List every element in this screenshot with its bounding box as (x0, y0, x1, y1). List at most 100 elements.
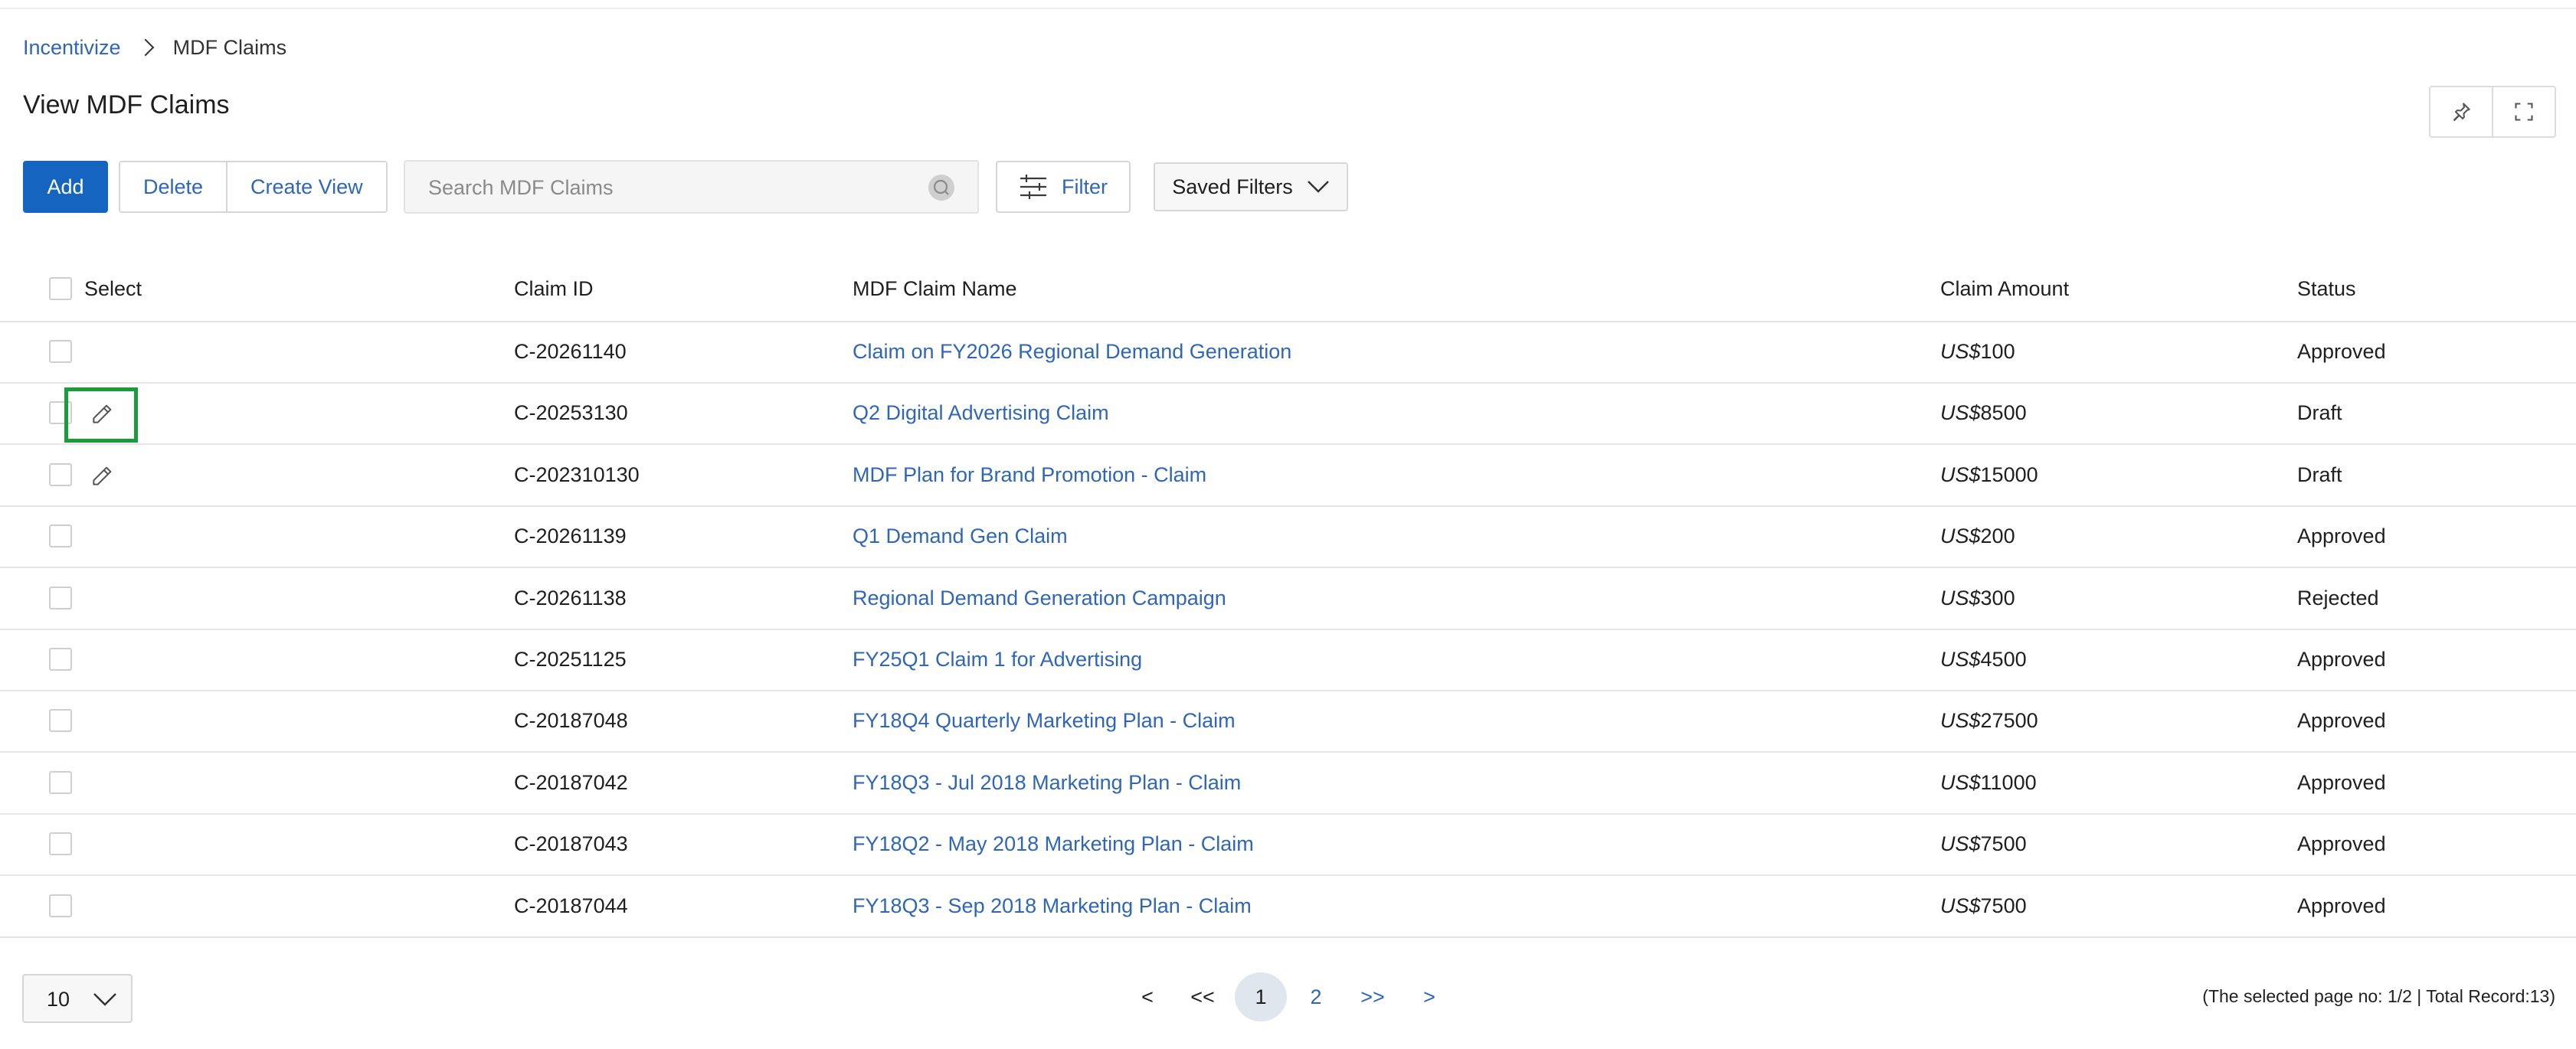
table-row: C-20187042 FY18Q3 - Jul 2018 Marketing Pl… (0, 752, 2576, 815)
currency-label: US$ (1940, 709, 1981, 733)
add-button[interactable]: Add (23, 161, 108, 213)
status-cell: Approved (2297, 894, 2386, 917)
currency-label: US$ (1940, 340, 1981, 363)
saved-filters-label: Saved Filters (1172, 175, 1293, 198)
claim-id-cell: C-20187044 (514, 894, 628, 917)
page-size-value: 10 (47, 988, 70, 1011)
column-header-status: Status (2297, 277, 2356, 300)
claim-name-link[interactable]: FY18Q3 - Sep 2018 Marketing Plan - Claim (853, 875, 1252, 936)
table-row: C-20261139 Q1 Demand Gen Claim US$200 Appro… (0, 505, 2576, 569)
search-box (404, 160, 979, 214)
row-checkbox[interactable] (49, 709, 72, 733)
chevron-right-icon (136, 38, 154, 57)
page-info: (The selected page no: 1/2 | Total Recor… (2202, 986, 2555, 1006)
fullscreen-button[interactable] (2492, 87, 2555, 136)
filter-label: Filter (1062, 175, 1108, 198)
page-1-button[interactable]: 1 (1235, 972, 1287, 1021)
currency-label: US$ (1940, 462, 1981, 486)
column-header-claim-name: MDF Claim Name (853, 277, 1017, 300)
status-cell: Rejected (2297, 586, 2379, 609)
search-input[interactable] (427, 162, 920, 214)
status-cell: Approved (2297, 524, 2386, 548)
edit-focus-highlight (64, 387, 138, 443)
saved-filters-dropdown[interactable]: Saved Filters (1154, 162, 1348, 211)
last-page-button[interactable]: >> (1356, 972, 1389, 1021)
claim-name-link[interactable]: FY18Q2 - May 2018 Marketing Plan - Claim (853, 813, 1254, 874)
currency-label: US$ (1940, 524, 1981, 548)
status-cell: Approved (2297, 770, 2386, 794)
claim-name-link[interactable]: MDF Plan for Brand Promotion - Claim (853, 444, 1206, 505)
amount-value: 15000 (1980, 462, 2038, 486)
claim-amount-cell: US$7500 (1940, 813, 2027, 874)
amount-value: 4500 (1980, 648, 2027, 671)
table-row: C-20261138 Regional Demand Generation Cam… (0, 567, 2576, 630)
breadcrumb: Incentivize MDF Claims (23, 34, 286, 61)
currency-label: US$ (1940, 586, 1981, 609)
prev-page-button[interactable]: < (1138, 972, 1157, 1021)
claim-name-link[interactable]: FY25Q1 Claim 1 for Advertising (853, 629, 1142, 690)
amount-value: 27500 (1980, 709, 2038, 733)
top-divider (0, 8, 2576, 9)
status-cell: Draft (2297, 462, 2342, 486)
column-header-claim-id: Claim ID (514, 277, 594, 300)
row-checkbox[interactable] (49, 586, 72, 609)
page-size-select[interactable]: 10 (22, 974, 133, 1023)
row-checkbox[interactable] (49, 462, 72, 486)
claim-id-cell: C-20251125 (514, 648, 627, 671)
currency-label: US$ (1940, 770, 1981, 794)
claim-name-link[interactable]: Q1 Demand Gen Claim (853, 505, 1068, 567)
pin-button[interactable] (2430, 87, 2492, 136)
claim-amount-cell: US$300 (1940, 567, 2015, 629)
claim-name-link[interactable]: Claim on FY2026 Regional Demand Generati… (853, 321, 1291, 382)
row-checkbox[interactable] (49, 894, 72, 917)
status-cell: Approved (2297, 648, 2386, 671)
view-actions (2429, 86, 2556, 138)
currency-label: US$ (1940, 894, 1981, 917)
claim-name-link[interactable]: FY18Q3 - Jul 2018 Marketing Plan - Claim (853, 752, 1241, 813)
table-row: C-202310130 MDF Plan for Brand Promotion … (0, 444, 2576, 507)
row-checkbox[interactable] (49, 832, 72, 856)
table-row: C-20261140 Claim on FY2026 Regional Deman… (0, 321, 2576, 384)
page-2-button[interactable]: 2 (1307, 972, 1325, 1021)
currency-label: US$ (1940, 832, 1981, 856)
claim-id-cell: C-20253130 (514, 401, 628, 425)
currency-label: US$ (1940, 648, 1981, 671)
claim-amount-cell: US$15000 (1940, 444, 2038, 505)
select-all-checkbox[interactable] (49, 277, 72, 300)
first-page-button[interactable]: << (1186, 972, 1219, 1021)
pencil-edit-icon[interactable] (90, 464, 114, 494)
create-view-button[interactable]: Create View (226, 162, 386, 211)
table-row: C-20187044 FY18Q3 - Sep 2018 Marketing Pl… (0, 875, 2576, 938)
column-header-claim-amount: Claim Amount (1940, 277, 2070, 300)
fullscreen-icon (2515, 103, 2533, 121)
row-checkbox[interactable] (49, 770, 72, 794)
search-icon[interactable] (927, 173, 956, 202)
breadcrumb-incentivize-link[interactable]: Incentivize (23, 36, 121, 60)
status-cell: Draft (2297, 401, 2342, 425)
amount-value: 300 (1980, 586, 2015, 609)
claim-name-link[interactable]: Regional Demand Generation Campaign (853, 567, 1226, 629)
row-checkbox[interactable] (49, 524, 72, 548)
claim-id-cell: C-20187042 (514, 770, 628, 794)
next-page-button[interactable]: > (1420, 972, 1439, 1021)
amount-value: 7500 (1980, 894, 2027, 917)
claim-name-link[interactable]: Q2 Digital Advertising Claim (853, 382, 1109, 443)
amount-value: 7500 (1980, 832, 2027, 856)
status-cell: Approved (2297, 832, 2386, 856)
claim-amount-cell: US$7500 (1940, 875, 2027, 936)
action-button-group: Delete Create View (119, 161, 388, 213)
column-header-select: Select (84, 277, 142, 300)
claim-amount-cell: US$100 (1940, 321, 2015, 382)
claim-name-link[interactable]: FY18Q4 Quarterly Marketing Plan - Claim (853, 690, 1236, 751)
claim-amount-cell: US$11000 (1940, 752, 2037, 813)
filter-sliders-icon (1020, 175, 1046, 199)
claim-amount-cell: US$200 (1940, 505, 2015, 567)
amount-value: 11000 (1980, 770, 2037, 794)
status-cell: Approved (2297, 709, 2386, 733)
filter-button[interactable]: Filter (996, 161, 1131, 213)
row-checkbox[interactable] (49, 648, 72, 671)
page-title: View MDF Claims (23, 90, 230, 119)
delete-button[interactable]: Delete (120, 162, 227, 211)
claim-id-cell: C-20187043 (514, 832, 628, 856)
row-checkbox[interactable] (49, 340, 72, 363)
